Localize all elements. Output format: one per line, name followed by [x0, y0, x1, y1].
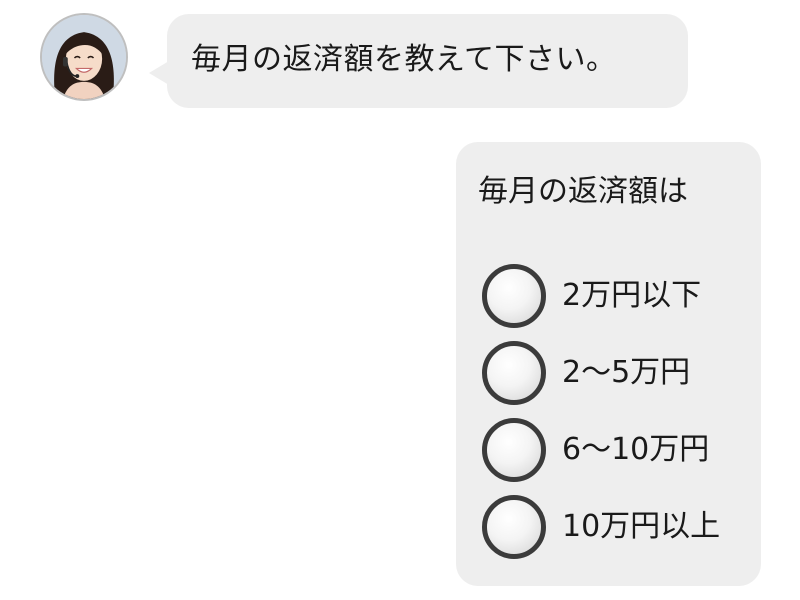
- radio-button[interactable]: [482, 495, 546, 559]
- option-6-10man[interactable]: 6〜10万円: [482, 416, 709, 484]
- option-label[interactable]: 2万円以下: [562, 276, 701, 316]
- agent-message-text: 毎月の返済額を教えて下さい。: [191, 42, 617, 77]
- radio-button[interactable]: [482, 341, 546, 405]
- option-label[interactable]: 10万円以上: [562, 507, 720, 547]
- option-label[interactable]: 6〜10万円: [562, 430, 709, 470]
- option-over-10man[interactable]: 10万円以上: [482, 493, 720, 561]
- operator-avatar-icon: [40, 13, 128, 101]
- radio-button[interactable]: [482, 264, 546, 328]
- option-under-2man[interactable]: 2万円以下: [482, 262, 701, 330]
- answer-choice-card: 毎月の返済額は 2万円以下 2〜5万円 6〜10万円 10万円以上: [456, 142, 761, 586]
- chat-window: 毎月の返済額を教えて下さい。 毎月の返済額は 2万円以下 2〜5万円 6〜10万…: [0, 0, 800, 600]
- choice-card-title: 毎月の返済額は: [478, 174, 688, 209]
- radio-button[interactable]: [482, 418, 546, 482]
- option-2-5man[interactable]: 2〜5万円: [482, 339, 690, 407]
- agent-message-bubble: 毎月の返済額を教えて下さい。: [149, 14, 688, 108]
- option-label[interactable]: 2〜5万円: [562, 353, 690, 393]
